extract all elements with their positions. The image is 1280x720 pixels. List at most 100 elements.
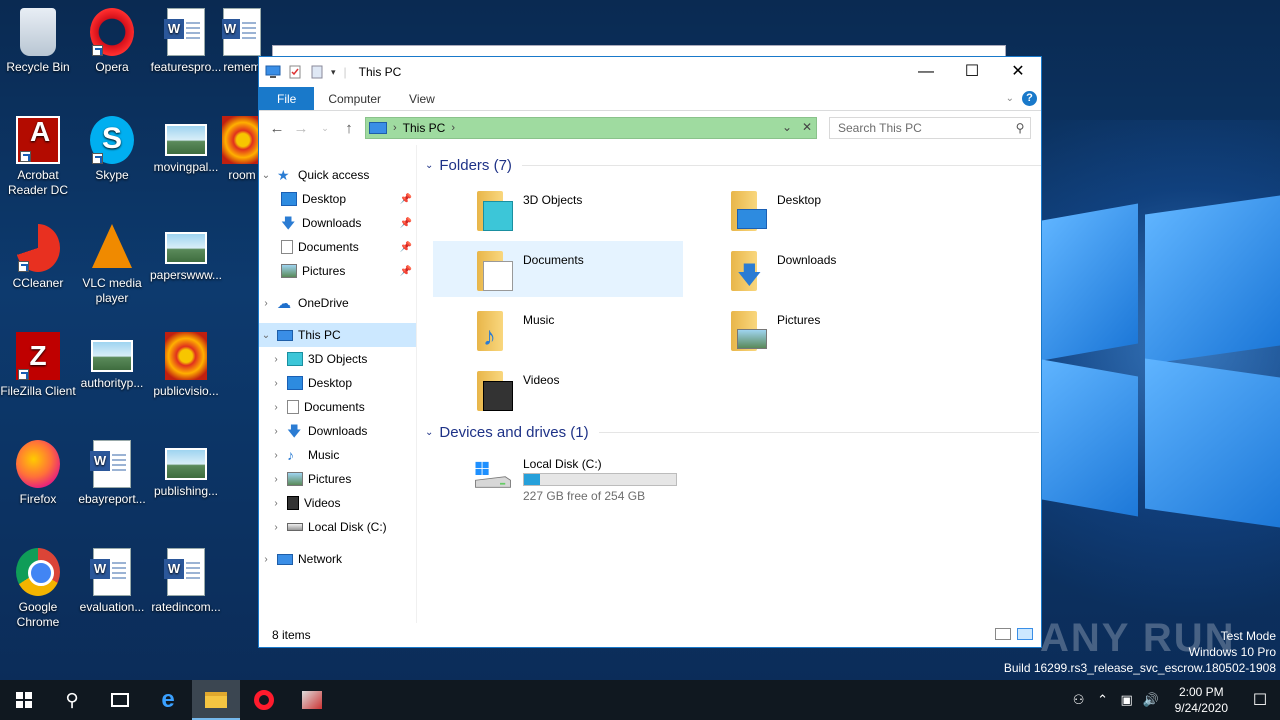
tab-computer[interactable]: Computer [314,87,395,110]
expand-chevron-icon[interactable]: › [269,378,283,389]
desktop-icon-remem[interactable]: W remem [222,8,262,75]
show-hidden-icons-icon[interactable]: ⌃ [1091,692,1115,708]
nav-pc-pictures[interactable]: › Pictures [259,467,416,491]
desktop-icon-acrobat[interactable]: Acrobat Reader DC [0,116,76,198]
pin-icon[interactable]: 📌 [400,218,412,229]
address-bar[interactable]: › This PC › ⌄ ✕ [365,117,817,139]
taskbar-app[interactable] [288,680,336,720]
expand-chevron-icon[interactable]: › [269,426,283,437]
close-button[interactable]: ✕ [995,57,1041,87]
desktop-icon-featurespro[interactable]: W featurespro... [148,8,224,75]
taskbar-edge[interactable]: e [144,680,192,720]
nav-onedrive[interactable]: › ☁ OneDrive [259,291,416,315]
pin-icon[interactable]: 📌 [400,266,412,277]
desktop-icon-vlc[interactable]: VLC media player [74,224,150,306]
folder-desktop[interactable]: Desktop [687,181,937,237]
folder-3d-objects[interactable]: 3D Objects [433,181,683,237]
collapse-chevron-icon[interactable]: ⌄ [259,330,273,341]
new-folder-icon[interactable] [309,65,325,79]
nav-pc-downloads[interactable]: › 🡇 Downloads [259,419,416,443]
breadcrumb-chevron-icon[interactable]: › [393,122,397,134]
desktop-icon-ccleaner[interactable]: CCleaner [0,224,76,291]
nav-qa-downloads[interactable]: 🡇 Downloads 📌 [259,211,416,235]
up-button[interactable]: ↑ [337,120,361,137]
nav-this-pc[interactable]: ⌄ This PC [259,323,416,347]
network-icon[interactable]: ▣ [1115,692,1139,708]
nav-pc-desktop[interactable]: › Desktop [259,371,416,395]
nav-qa-desktop[interactable]: Desktop 📌 [259,187,416,211]
folder-downloads[interactable]: 🡇 Downloads [687,241,937,297]
desktop-icon-publicvisio[interactable]: publicvisio... [148,332,224,399]
desktop-icon-recycle-bin[interactable]: Recycle Bin [0,8,76,75]
maximize-button[interactable]: ☐ [949,57,995,87]
recent-locations-icon[interactable]: ⌄ [313,123,337,134]
desktop-icon-ebayreport[interactable]: W ebayreport... [74,440,150,507]
search-button[interactable]: ⚲ [48,680,96,720]
collapse-chevron-icon[interactable]: ⌄ [425,427,433,438]
nav-pc-3d-objects[interactable]: › 3D Objects [259,347,416,371]
desktop-icon-evaluation[interactable]: W evaluation... [74,548,150,615]
breadcrumb-chevron-icon[interactable]: › [451,122,455,134]
minimize-button[interactable]: — [903,57,949,87]
task-view-button[interactable] [96,680,144,720]
collapse-chevron-icon[interactable]: ⌄ [259,170,273,181]
devices-group-header[interactable]: ⌄ Devices and drives (1) [425,424,1039,441]
clear-address-icon[interactable]: ✕ [802,120,812,134]
clock[interactable]: 2:00 PM 9/24/2020 [1175,684,1228,716]
search-input[interactable]: Search This PC ⚲ [829,117,1031,139]
volume-icon[interactable]: 🔊 [1139,692,1163,708]
pin-icon[interactable]: 📌 [400,242,412,253]
tab-view[interactable]: View [395,87,449,110]
desktop-icon-paperswww[interactable]: paperswww... [148,224,224,283]
collapse-chevron-icon[interactable]: ⌄ [425,160,433,171]
nav-pc-local-disk[interactable]: › Local Disk (C:) [259,515,416,539]
breadcrumb-this-pc[interactable]: This PC [403,121,446,135]
desktop-icon-opera[interactable]: Opera [74,8,150,75]
expand-chevron-icon[interactable]: › [269,522,283,533]
address-dropdown-icon[interactable]: ⌄ [782,120,792,134]
action-center-icon[interactable]: ☐ [1240,690,1280,710]
qat-dropdown-icon[interactable]: ▾ [331,67,336,78]
nav-pc-videos[interactable]: › Videos [259,491,416,515]
folder-pictures[interactable]: Pictures [687,301,937,357]
expand-chevron-icon[interactable]: › [269,402,283,413]
expand-chevron-icon[interactable]: › [259,298,273,309]
expand-chevron-icon[interactable]: › [269,474,283,485]
start-button[interactable] [0,680,48,720]
nav-pc-documents[interactable]: › Documents [259,395,416,419]
nav-quick-access[interactable]: ⌄ ★ Quick access [259,163,416,187]
desktop-icon-firefox[interactable]: Firefox [0,440,76,507]
expand-chevron-icon[interactable]: › [269,450,283,461]
desktop-icon-filezilla[interactable]: Z FileZilla Client [0,332,76,399]
people-icon[interactable]: ⚇ [1067,692,1091,708]
forward-button[interactable]: → [289,120,313,137]
nav-qa-pictures[interactable]: Pictures 📌 [259,259,416,283]
properties-icon[interactable] [287,65,303,79]
desktop-icon-room[interactable]: room [222,116,262,183]
search-icon[interactable]: ⚲ [1010,121,1030,135]
drive-local-disk-c[interactable]: Local Disk (C:) 227 GB free of 254 GB [417,449,697,505]
expand-ribbon-icon[interactable]: ⌄ [1006,93,1014,104]
folder-documents[interactable]: Documents [433,241,683,297]
help-icon[interactable]: ? [1022,91,1037,106]
nav-qa-documents[interactable]: Documents 📌 [259,235,416,259]
window-titlebar[interactable]: ▾ | This PC — ☐ ✕ [259,57,1041,87]
folder-music[interactable]: ♪ Music [433,301,683,357]
expand-chevron-icon[interactable]: › [269,354,283,365]
nav-pc-music[interactable]: › ♪ Music [259,443,416,467]
expand-chevron-icon[interactable]: › [269,498,283,509]
desktop-icon-skype[interactable]: S Skype [74,116,150,183]
desktop-icon-authorityp[interactable]: authorityp... [74,332,150,391]
desktop-icon-movingpal[interactable]: movingpal... [148,116,224,175]
nav-network[interactable]: › Network [259,547,416,571]
pin-icon[interactable]: 📌 [400,194,412,205]
tab-file[interactable]: File [259,87,315,110]
back-button[interactable]: ← [265,120,289,137]
folders-group-header[interactable]: ⌄ Folders (7) [425,157,1041,174]
desktop-icon-chrome[interactable]: Google Chrome [0,548,76,630]
expand-chevron-icon[interactable]: › [259,554,273,565]
folder-videos[interactable]: Videos [433,361,683,417]
taskbar-file-explorer[interactable] [192,680,240,720]
desktop-icon-publishing[interactable]: publishing... [148,440,224,499]
desktop-icon-ratedincom[interactable]: W ratedincom... [148,548,224,615]
